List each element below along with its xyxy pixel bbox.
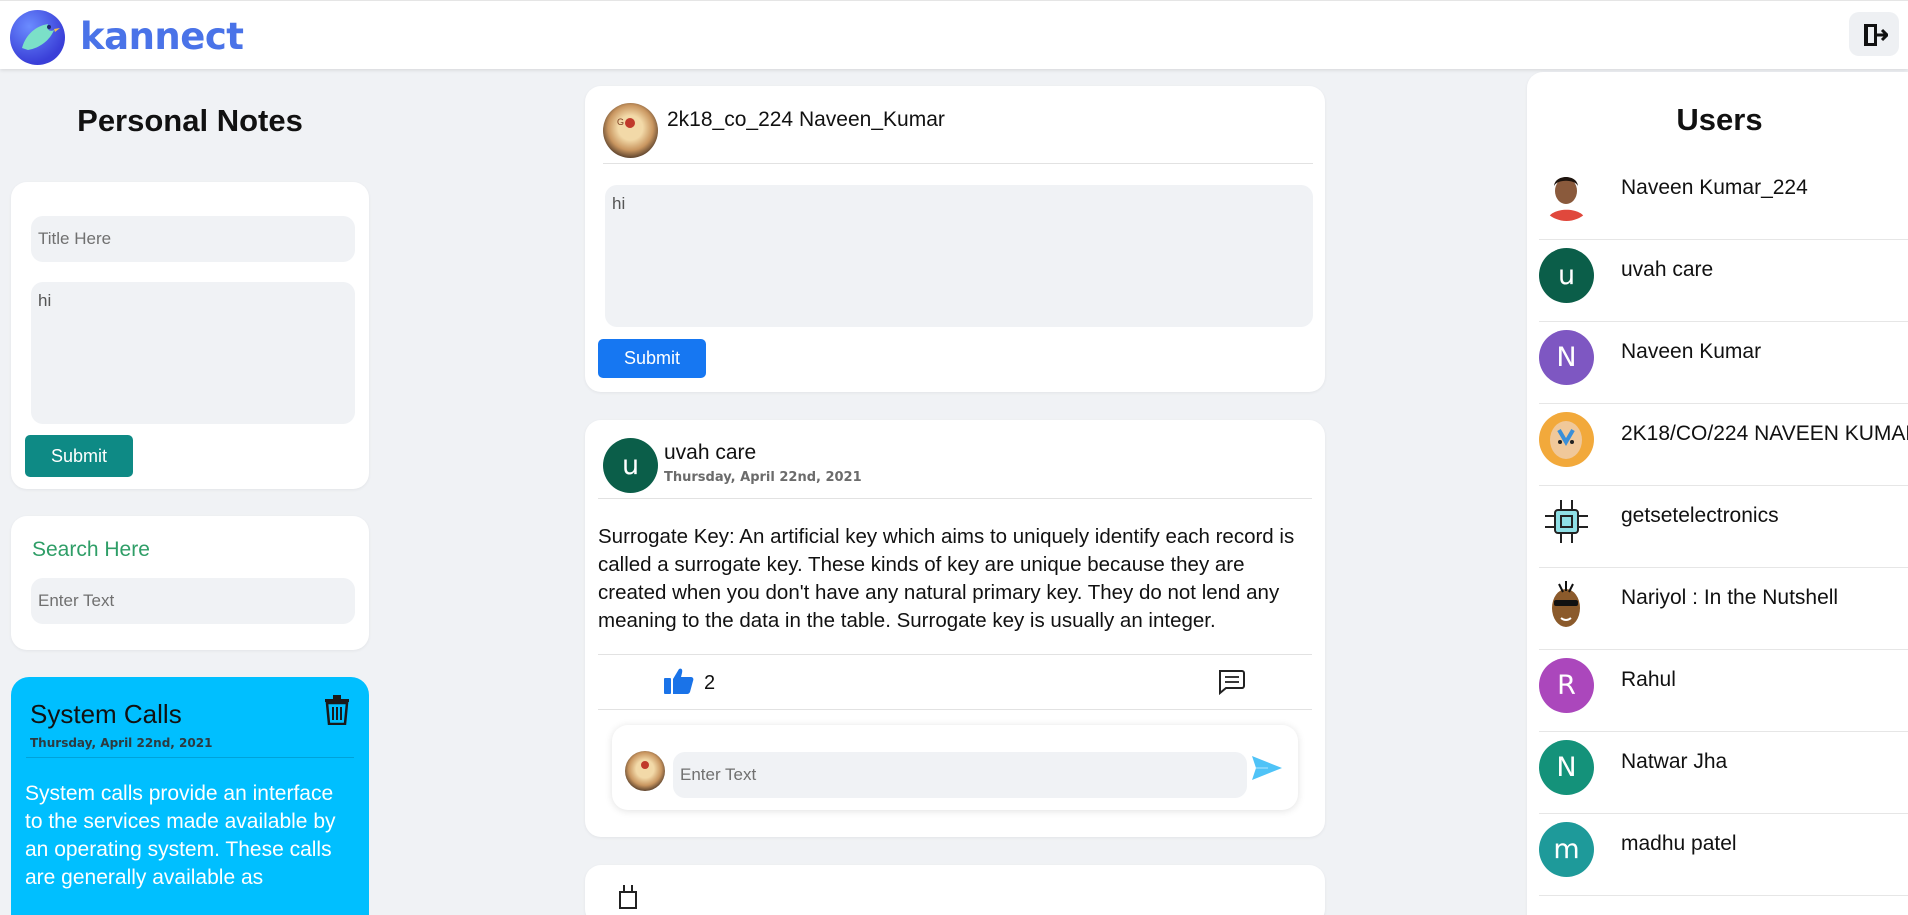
divider: [26, 757, 354, 758]
post-author[interactable]: uvah care: [664, 441, 756, 465]
logout-icon: [1864, 24, 1888, 46]
composer-user-name[interactable]: 2k18_co_224 Naveen_Kumar: [667, 108, 945, 132]
post-card: [585, 865, 1325, 915]
user-name: Rahul: [1621, 668, 1676, 691]
post-card: u uvah care Thursday, April 22nd, 2021 S…: [585, 420, 1325, 837]
logout-button[interactable]: [1849, 12, 1899, 56]
bird-logo-icon[interactable]: [10, 10, 65, 65]
avatar: N: [1539, 740, 1594, 795]
user-name: Naveen Kumar_224: [1621, 176, 1808, 199]
send-icon[interactable]: [1252, 755, 1282, 781]
note-card[interactable]: System Calls Thursday, April 22nd, 2021 …: [11, 677, 369, 915]
notes-search-input[interactable]: [31, 578, 355, 624]
like-count: 2: [704, 672, 716, 694]
user-name: 2K18/CO/224 NAVEEN KUMAR: [1621, 422, 1908, 445]
note-title: System Calls: [30, 699, 182, 729]
brand-name[interactable]: kannect: [80, 15, 244, 58]
avatar: G: [603, 103, 658, 158]
note-body-textarea[interactable]: [31, 282, 355, 424]
personal-notes-heading: Personal Notes: [77, 103, 303, 138]
avatar: [625, 751, 665, 791]
search-label: Search Here: [32, 538, 150, 561]
divider: [598, 498, 1312, 499]
user-name: uvah care: [1621, 258, 1714, 281]
top-navbar: kannect: [0, 0, 1908, 69]
user-list-item[interactable]: N Naveen Kumar: [1539, 322, 1908, 404]
chip-icon: [619, 885, 637, 909]
post-text: Surrogate Key: An artificial key which a…: [598, 525, 1295, 632]
user-name: Nariyol : In the Nutshell: [1621, 586, 1839, 609]
divider: [598, 709, 1312, 710]
avatar: [1539, 412, 1594, 467]
avatar[interactable]: u: [603, 438, 658, 493]
users-panel: Users Naveen Kumar_224 u uvah care N Nav…: [1527, 72, 1908, 915]
avatar: m: [1539, 822, 1594, 877]
avatar: [1539, 166, 1594, 221]
user-name: Natwar Jha: [1621, 750, 1728, 773]
user-list-item[interactable]: R Rahul: [1539, 650, 1908, 732]
comment-box: [612, 725, 1298, 810]
note-submit-button[interactable]: Submit: [25, 435, 133, 477]
post-date: Thursday, April 22nd, 2021: [664, 470, 862, 485]
user-list-item[interactable]: N Natwar Jha: [1539, 732, 1908, 814]
user-list-item[interactable]: Naveen Kumar_224: [1539, 158, 1908, 240]
comment-icon[interactable]: [1217, 669, 1245, 695]
user-list-item[interactable]: m madhu patel: [1539, 814, 1908, 896]
avatar: R: [1539, 658, 1594, 713]
notes-search-card: Search Here: [11, 516, 369, 650]
users-heading: Users: [1676, 102, 1763, 137]
note-body: System calls provide an interface to the…: [25, 782, 336, 889]
user-list-item[interactable]: 2K18/CO/224 NAVEEN KUMAR: [1539, 404, 1908, 486]
divider: [603, 163, 1313, 164]
user-name: madhu patel: [1621, 832, 1737, 855]
note-form: Submit: [11, 182, 369, 489]
post-submit-button[interactable]: Submit: [598, 339, 706, 378]
coconut-icon: [1539, 576, 1594, 631]
trash-icon[interactable]: [324, 695, 350, 725]
user-list-item[interactable]: Nariyol : In the Nutshell: [1539, 568, 1908, 650]
avatar: u: [1539, 248, 1594, 303]
post-body-textarea[interactable]: [605, 185, 1313, 327]
user-name: Naveen Kumar: [1621, 340, 1762, 363]
chip-icon: [1539, 494, 1594, 549]
user-list-item[interactable]: getsetelectronics: [1539, 486, 1908, 568]
post-composer: G 2k18_co_224 Naveen_Kumar Submit: [585, 86, 1325, 392]
user-list-item[interactable]: u uvah care: [1539, 240, 1908, 322]
avatar: N: [1539, 330, 1594, 385]
svg-text:G: G: [617, 117, 624, 127]
thumbs-up-icon[interactable]: [664, 667, 694, 695]
comment-input[interactable]: [673, 752, 1247, 798]
user-name: getsetelectronics: [1621, 504, 1779, 527]
divider: [598, 654, 1312, 655]
note-date: Thursday, April 22nd, 2021: [30, 736, 213, 750]
note-title-input[interactable]: [31, 216, 355, 262]
